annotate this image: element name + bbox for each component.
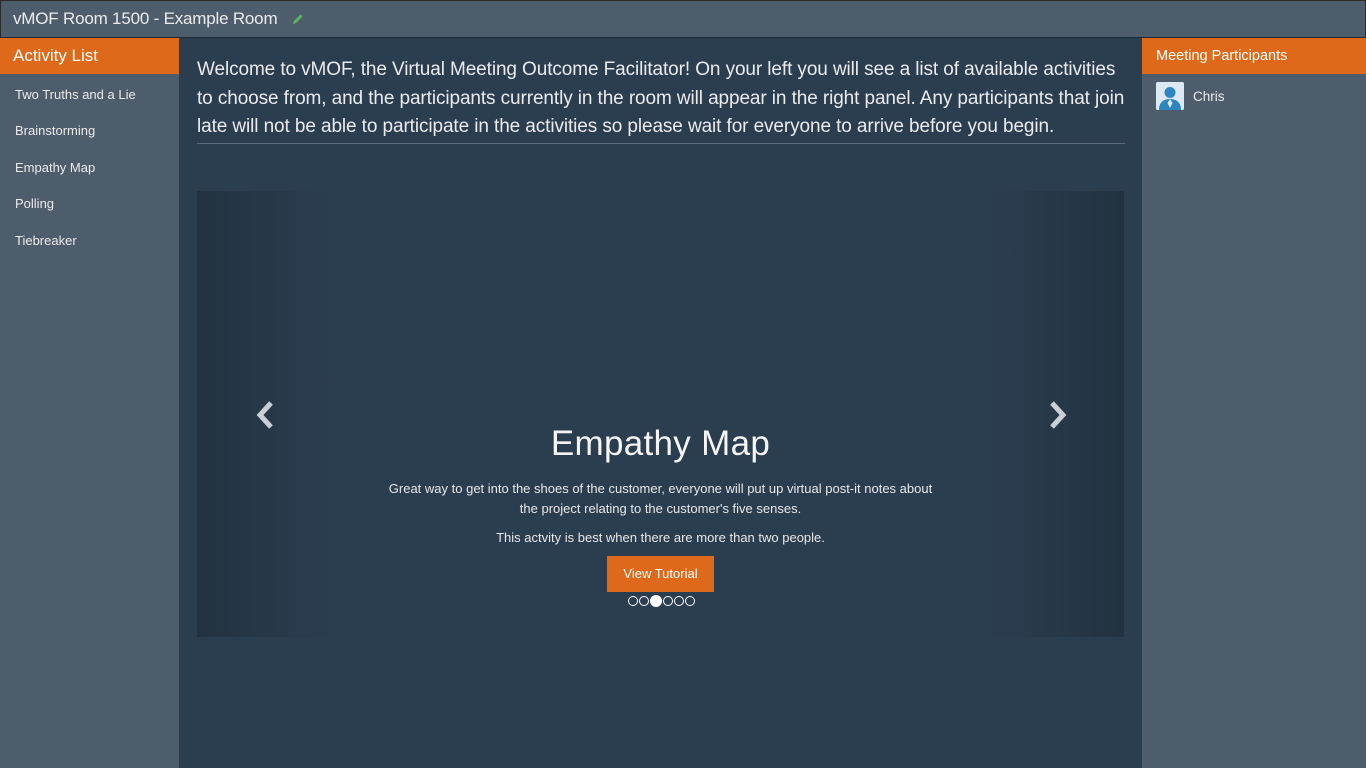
chevron-left-icon[interactable] — [254, 399, 278, 431]
carousel-indicator-5[interactable] — [673, 596, 684, 606]
activity-list: Two Truths and a Lie Brainstorming Empat… — [0, 74, 179, 259]
carousel-caption: Empathy Map Great way to get into the sh… — [347, 423, 974, 592]
activity-item-polling[interactable]: Polling — [0, 186, 179, 223]
carousel-indicator-2[interactable] — [638, 596, 649, 606]
participants-panel-header: Meeting Participants — [1142, 38, 1366, 74]
activity-panel-header: Activity List — [0, 38, 179, 74]
carousel-indicator-3[interactable] — [649, 595, 662, 607]
activity-panel: Activity List Two Truths and a Lie Brain… — [0, 38, 179, 768]
pencil-icon[interactable] — [291, 12, 305, 26]
activity-item-tiebreaker[interactable]: Tiebreaker — [0, 222, 179, 259]
carousel-indicator-6[interactable] — [684, 596, 695, 606]
top-bar: vMOF Room 1500 - Example Room — [0, 0, 1366, 38]
view-tutorial-button[interactable]: View Tutorial — [607, 556, 714, 592]
user-icon — [1156, 82, 1184, 110]
activity-carousel: Empathy Map Great way to get into the sh… — [197, 191, 1124, 637]
carousel-indicator-1[interactable] — [627, 596, 638, 606]
activity-item-brainstorming[interactable]: Brainstorming — [0, 113, 179, 150]
participant-name: Chris — [1193, 88, 1225, 104]
slide-title: Empathy Map — [550, 424, 771, 463]
participant-item: Chris — [1142, 74, 1366, 118]
activity-item-two-truths[interactable]: Two Truths and a Lie — [0, 76, 179, 113]
carousel-indicator-4[interactable] — [662, 596, 673, 606]
welcome-text: Welcome to vMOF, the Virtual Meeting Out… — [197, 56, 1125, 144]
carousel-indicators — [627, 595, 695, 607]
chevron-right-icon[interactable] — [1045, 399, 1069, 431]
activity-item-empathy-map[interactable]: Empathy Map — [0, 149, 179, 186]
room-title: vMOF Room 1500 - Example Room — [13, 9, 278, 28]
slide-note: This actvity is best when there are more… — [496, 530, 825, 545]
slide-description: Great way to get into the shoes of the c… — [388, 481, 933, 516]
participants-panel: Meeting Participants Chris — [1142, 38, 1366, 768]
participants-panel-title: Meeting Participants — [1156, 48, 1288, 64]
main-content: Welcome to vMOF, the Virtual Meeting Out… — [179, 38, 1142, 768]
activity-panel-title: Activity List — [13, 46, 99, 65]
